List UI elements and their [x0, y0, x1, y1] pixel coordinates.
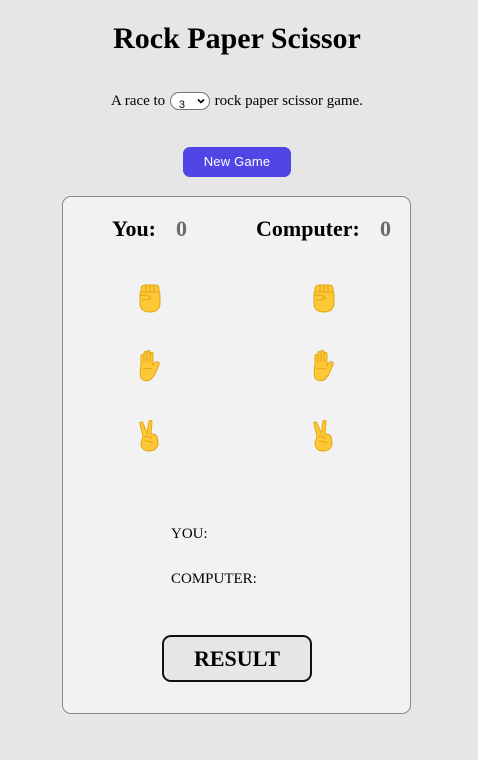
- you-score-label: You:: [112, 216, 157, 241]
- chevron-down-icon: [197, 98, 205, 104]
- player-scissor-button[interactable]: [129, 416, 169, 456]
- race-target-select[interactable]: 3: [169, 91, 210, 111]
- new-game-button[interactable]: New Game: [183, 147, 291, 177]
- player-rock-button[interactable]: [129, 277, 169, 317]
- raised-hand-icon: [135, 350, 163, 382]
- victory-hand-icon: [135, 420, 163, 452]
- game-page: Rock Paper Scissor A race to 3 rock pape…: [0, 0, 478, 760]
- victory-hand-icon: [309, 420, 337, 452]
- computer-score-value: 0: [380, 216, 391, 241]
- computer-rock-indicator: [303, 277, 343, 317]
- race-settings: A race to 3 rock paper scissor game.: [0, 91, 474, 111]
- computer-scissor-indicator: [303, 416, 343, 456]
- raised-fist-icon: [309, 281, 337, 313]
- race-prefix-text: A race to: [111, 93, 166, 109]
- player-pick-label: YOU:: [171, 526, 208, 542]
- computer-paper-indicator: [303, 346, 343, 386]
- player-paper-button[interactable]: [129, 346, 169, 386]
- race-target-value: 3: [178, 98, 186, 111]
- page-title: Rock Paper Scissor: [113, 22, 361, 55]
- result-button[interactable]: RESULT: [162, 635, 312, 682]
- raised-fist-icon: [135, 281, 163, 313]
- game-board: You: 0 Computer: 0 YOU: COMPUTER: RESULT: [62, 196, 411, 714]
- race-suffix-text: rock paper scissor game.: [214, 93, 363, 109]
- computer-score-label: Computer:: [256, 216, 360, 241]
- you-score-value: 0: [176, 216, 187, 241]
- raised-hand-icon: [309, 350, 337, 382]
- computer-pick-label: COMPUTER:: [171, 571, 257, 587]
